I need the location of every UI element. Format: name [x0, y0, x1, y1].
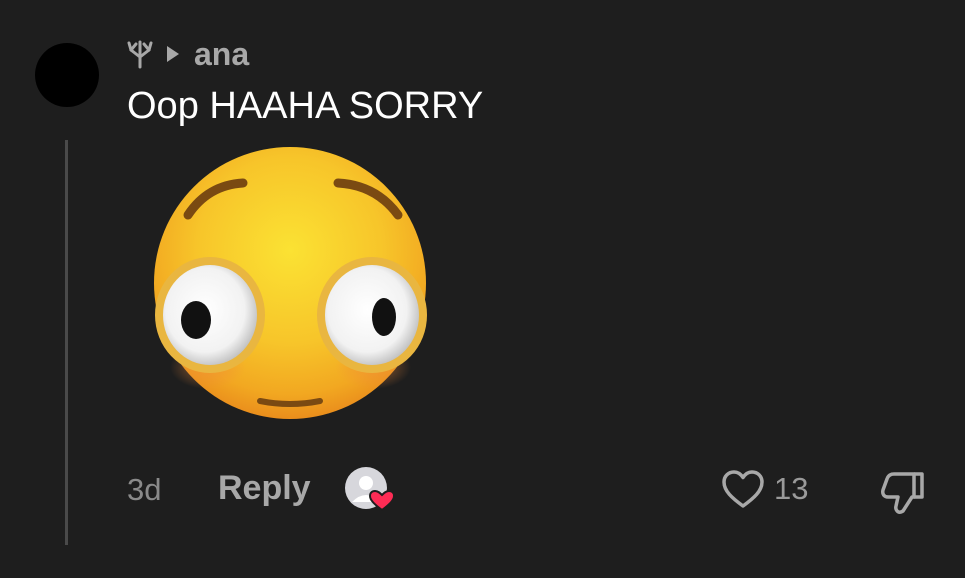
comment-text: Oop HAAHA SORRY — [127, 85, 484, 127]
timestamp: 3d — [127, 472, 162, 507]
thumbs-down-icon[interactable] — [878, 466, 928, 516]
like-count: 13 — [774, 471, 809, 506]
heart-outline-icon[interactable] — [720, 468, 766, 510]
caret-right-icon — [166, 45, 180, 63]
comment-item: ana Oop HAAHA SORRY 3d Reply 13 — [0, 0, 965, 578]
like-button[interactable]: 13 — [720, 468, 808, 510]
comment-header: ana — [126, 34, 249, 74]
creator-heart-icon — [344, 466, 396, 512]
avatar[interactable] — [35, 43, 99, 107]
tree-icon — [126, 39, 154, 69]
username[interactable]: ana — [194, 36, 249, 73]
flushed-face-sticker[interactable] — [148, 145, 433, 420]
reply-button[interactable]: Reply — [218, 469, 311, 508]
comment-actions: 3d Reply 13 — [0, 460, 965, 520]
